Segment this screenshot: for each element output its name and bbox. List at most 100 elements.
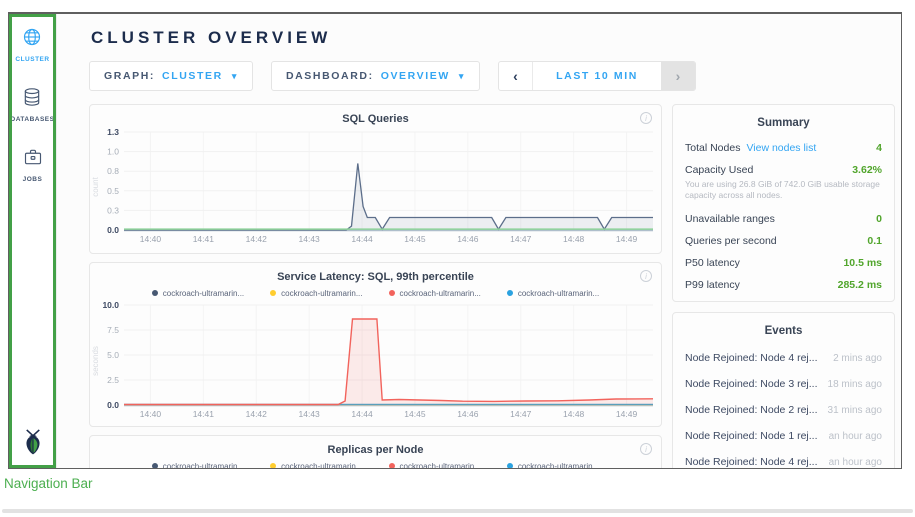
legend-dot-icon [152,463,158,468]
time-range-label[interactable]: LAST 10 MIN [533,62,661,90]
sidebar-item-jobs[interactable]: JOBS [23,147,43,183]
summary-row-unavailable-ranges: Unavailable ranges 0 [673,208,894,230]
svg-text:14:49: 14:49 [616,409,638,419]
svg-text:0.5: 0.5 [107,186,119,196]
service-latency-chart-card: Service Latency: SQL, 99th percentile co… [89,262,662,427]
chevron-right-icon[interactable] [661,62,695,90]
svg-text:seconds: seconds [91,346,100,376]
event-text[interactable]: Node Rejoined: Node 3 rej... [685,378,818,390]
service-latency-chart-canvas: 14:4014:4114:4214:4314:4414:4514:4614:47… [90,299,661,423]
svg-text:14:40: 14:40 [140,234,162,244]
summary-label: Total Nodes [685,142,740,154]
dashboard-dropdown[interactable]: DASHBOARD: OVERVIEW [271,61,480,91]
chevron-left-icon[interactable] [499,62,533,90]
chevron-down-icon [232,72,238,81]
event-text[interactable]: Node Rejoined: Node 1 rej... [685,430,818,442]
event-text[interactable]: Node Rejoined: Node 2 rej... [685,404,818,416]
graph-dropdown-label: GRAPH: [104,70,155,82]
sql-queries-chart-canvas: 14:4014:4114:4214:4314:4414:4514:4614:47… [90,126,661,248]
time-range-selector: LAST 10 MIN [498,61,696,91]
page-title: CLUSTER OVERVIEW [91,28,895,48]
replicas-per-node-chart-card: Replicas per Node cockroach-ultramarin..… [89,435,662,468]
summary-row-p99-latency: P99 latency 285.2 ms [673,274,894,296]
svg-text:14:48: 14:48 [563,409,585,419]
dashboard-dropdown-label: DASHBOARD: [286,70,374,82]
svg-text:0.8: 0.8 [107,166,119,176]
svg-text:2.5: 2.5 [107,375,119,385]
summary-row-total-nodes: Total Nodes View nodes list 4 [673,137,894,159]
info-icon[interactable] [640,112,652,124]
chevron-down-icon [459,72,465,81]
app-window: CLUSTER DATABASES JOBS [8,12,902,469]
svg-text:14:46: 14:46 [457,409,479,419]
sidebar-item-label: CLUSTER [15,56,49,63]
sidebar-item-label: JOBS [23,176,43,183]
event-time: an hour ago [829,431,882,442]
event-text[interactable]: Node Rejoined: Node 4 rej... [685,456,818,468]
summary-label: Queries per second [685,235,777,247]
svg-text:14:44: 14:44 [351,234,373,244]
capacity-description: You are using 26.8 GiB of 742.0 GiB usab… [673,179,894,208]
svg-text:14:47: 14:47 [510,409,532,419]
summary-value: 0 [876,213,882,225]
sidebar-item-databases[interactable]: DATABASES [11,87,55,123]
sidebar-item-cluster[interactable]: CLUSTER [15,27,49,63]
svg-text:14:41: 14:41 [193,234,215,244]
svg-text:0.0: 0.0 [107,225,119,235]
main-content: CLUSTER OVERVIEW GRAPH: CLUSTER DASHBOAR… [57,14,901,468]
info-icon[interactable] [640,270,652,282]
svg-text:14:44: 14:44 [351,409,373,419]
legend-dot-icon [152,290,158,296]
svg-text:14:43: 14:43 [299,234,321,244]
cluster-globe-icon [22,27,42,52]
event-row: Node Rejoined: Node 4 rej... 2 mins ago [673,345,894,371]
legend-item[interactable]: cockroach-ultramarin... [270,460,362,468]
svg-text:5.0: 5.0 [107,350,119,360]
event-row: Node Rejoined: Node 4 rej... an hour ago [673,449,894,468]
svg-text:0.0: 0.0 [107,400,119,410]
summary-value: 285.2 ms [838,279,882,291]
graph-dropdown-value: CLUSTER [162,70,223,82]
legend-dot-icon [389,290,395,296]
sidebar-item-label: DATABASES [11,116,55,123]
chart-legend: cockroach-ultramarin... cockroach-ultrama… [90,287,661,299]
legend-item[interactable]: cockroach-ultramarin... [507,460,599,468]
chart-title: Service Latency: SQL, 99th percentile [90,271,661,284]
legend-item[interactable]: cockroach-ultramarin... [152,460,244,468]
svg-text:14:42: 14:42 [246,409,268,419]
event-time: 31 mins ago [828,405,882,416]
graph-dropdown[interactable]: GRAPH: CLUSTER [89,61,253,91]
legend-item[interactable]: cockroach-ultramarin... [270,287,362,299]
svg-text:14:49: 14:49 [616,234,638,244]
summary-label: Capacity Used [685,164,753,176]
svg-text:14:45: 14:45 [404,409,426,419]
svg-text:14:41: 14:41 [193,409,215,419]
legend-dot-icon [507,463,513,468]
legend-dot-icon [389,463,395,468]
summary-label: P99 latency [685,279,740,291]
svg-text:7.5: 7.5 [107,325,119,335]
legend-item[interactable]: cockroach-ultramarin... [389,287,481,299]
charts-column: SQL Queries 14:4014:4114:4214:4314:4414:… [89,104,662,468]
summary-value: 0.1 [867,235,882,247]
event-row: Node Rejoined: Node 1 rej... an hour ago [673,423,894,449]
summary-row-capacity-used: Capacity Used 3.62% [673,159,894,181]
summary-value: 10.5 ms [843,257,882,269]
svg-text:14:48: 14:48 [563,234,585,244]
svg-text:10.0: 10.0 [102,300,119,310]
svg-text:count: count [91,176,100,196]
svg-text:14:42: 14:42 [246,234,268,244]
chart-legend: cockroach-ultramarin... cockroach-ultrama… [90,460,661,468]
info-icon[interactable] [640,443,652,455]
event-text[interactable]: Node Rejoined: Node 4 rej... [685,352,818,364]
chart-title: Replicas per Node [90,444,661,457]
navigation-bar-annotation-box [9,14,56,468]
svg-text:14:46: 14:46 [457,234,479,244]
summary-label: Unavailable ranges [685,213,775,225]
legend-item[interactable]: cockroach-ultramarin... [152,287,244,299]
navigation-bar-annotation-label: Navigation Bar [4,476,93,491]
legend-item[interactable]: cockroach-ultramarin... [389,460,481,468]
legend-item[interactable]: cockroach-ultramarin... [507,287,599,299]
view-nodes-list-link[interactable]: View nodes list [746,142,816,154]
summary-value: 3.62% [852,164,882,176]
